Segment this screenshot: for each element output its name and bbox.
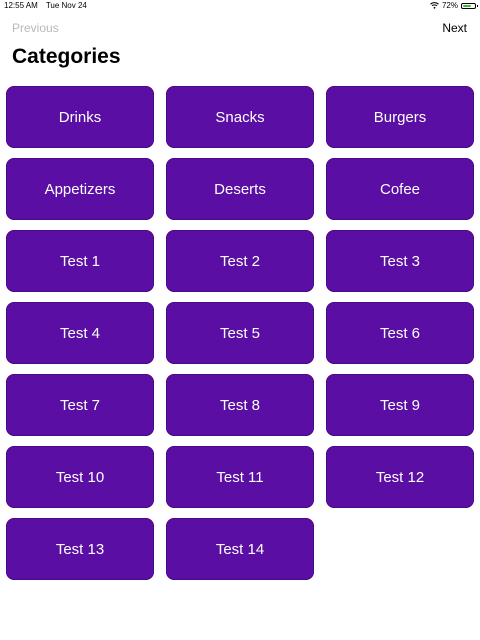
- category-button[interactable]: Test 1: [6, 230, 154, 292]
- battery-percent: 72%: [441, 1, 458, 10]
- category-button[interactable]: Snacks: [166, 86, 314, 148]
- status-bar: 12:55 AM Tue Nov 24 72%: [0, 0, 480, 12]
- status-date: Tue Nov 24: [45, 1, 87, 10]
- next-button[interactable]: Next: [442, 21, 467, 35]
- category-grid: Drinks Snacks Burgers Appetizers Deserts Cofe…: [6, 86, 474, 580]
- battery-icon: [461, 2, 478, 9]
- category-button[interactable]: Appetizers: [6, 158, 154, 220]
- page-title: Categories: [12, 45, 121, 68]
- status-right: 72%: [430, 1, 478, 10]
- status-left: 12:55 AM Tue Nov 24: [4, 1, 87, 10]
- category-button[interactable]: Cofee: [326, 158, 474, 220]
- category-button[interactable]: Test 3: [326, 230, 474, 292]
- category-button[interactable]: Test 4: [6, 302, 154, 364]
- category-button[interactable]: Test 7: [6, 374, 154, 436]
- category-button[interactable]: Test 9: [326, 374, 474, 436]
- status-time: 12:55 AM: [4, 1, 38, 10]
- category-button[interactable]: Test 13: [6, 518, 154, 580]
- previous-button[interactable]: Previous: [12, 21, 59, 35]
- category-button[interactable]: Test 6: [326, 302, 474, 364]
- category-button[interactable]: Burgers: [326, 86, 474, 148]
- category-button[interactable]: Test 8: [166, 374, 314, 436]
- category-button[interactable]: Test 11: [166, 446, 314, 508]
- wifi-icon: [430, 2, 439, 9]
- category-button[interactable]: Test 12: [326, 446, 474, 508]
- category-button[interactable]: Deserts: [166, 158, 314, 220]
- category-button[interactable]: Drinks: [6, 86, 154, 148]
- battery-cap: [477, 4, 478, 7]
- category-button[interactable]: Test 10: [6, 446, 154, 508]
- category-button[interactable]: Test 5: [166, 302, 314, 364]
- category-button[interactable]: Test 2: [166, 230, 314, 292]
- battery-fill: [463, 4, 471, 7]
- navigation-bar: Previous Next: [0, 18, 480, 38]
- category-button[interactable]: Test 14: [166, 518, 314, 580]
